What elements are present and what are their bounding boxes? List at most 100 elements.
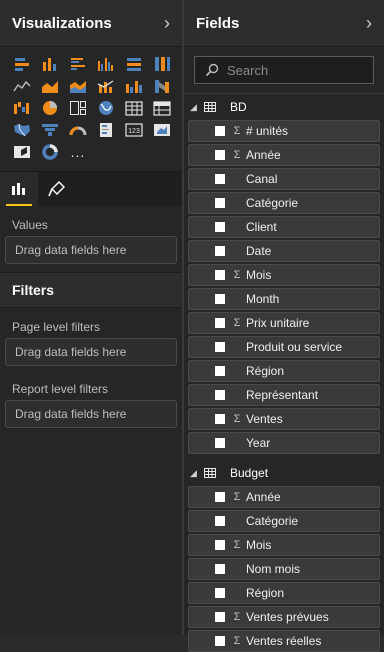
field-checkbox[interactable] [215, 564, 225, 574]
field-item[interactable]: Σ Prix unitaire [188, 312, 380, 334]
field-label: Région [246, 364, 285, 378]
collapse-fields-icon[interactable]: › [366, 14, 372, 32]
field-checkbox[interactable] [215, 366, 225, 376]
field-item[interactable]: Produit ou service [188, 336, 380, 358]
field-checkbox[interactable] [215, 438, 225, 448]
gauge-visual-button[interactable] [65, 119, 91, 141]
area-chart-visual-button[interactable] [37, 75, 63, 97]
field-checkbox[interactable] [215, 540, 225, 550]
field-item[interactable]: Client [188, 216, 380, 238]
field-checkbox[interactable] [215, 516, 225, 526]
visual-type-gallery: 123... [0, 47, 182, 163]
donut-chart-visual-button[interactable] [37, 141, 63, 163]
field-label: Ventes prévues [246, 610, 329, 624]
kpi-visual-button[interactable] [149, 119, 175, 141]
multi-row-card-visual-button[interactable] [93, 119, 119, 141]
field-item[interactable]: Year [188, 432, 380, 454]
field-checkbox[interactable] [215, 270, 225, 280]
pie-chart-visual-button[interactable] [37, 97, 63, 119]
field-label: Représentant [246, 388, 319, 402]
stacked-bar-visual-button[interactable] [9, 53, 35, 75]
stacked-area-visual-button[interactable] [65, 75, 91, 97]
waterfall-visual-button[interactable] [9, 97, 35, 119]
field-item[interactable]: Σ Année [188, 144, 380, 166]
field-checkbox[interactable] [215, 390, 225, 400]
field-item[interactable]: Month [188, 288, 380, 310]
field-item[interactable]: Σ Ventes réelles [188, 630, 380, 652]
page-filters-dropzone[interactable]: Drag data fields here [5, 338, 177, 366]
pie-chart-icon [43, 101, 57, 115]
matrix-visual-button[interactable] [149, 97, 175, 119]
table-header-bd[interactable]: ◢ BD [184, 94, 384, 120]
stacked-column-visual-button[interactable] [37, 53, 63, 75]
filter-wells: Page level filters Drag data fields here… [0, 308, 182, 428]
field-item[interactable]: Région [188, 582, 380, 604]
visualization-tabs [0, 171, 182, 206]
field-item[interactable]: Date [188, 240, 380, 262]
field-item[interactable]: Σ Ventes [188, 408, 380, 430]
field-checkbox[interactable] [215, 294, 225, 304]
clustered-bar-visual-button[interactable] [65, 53, 91, 75]
report-filters-dropzone[interactable]: Drag data fields here [5, 400, 177, 428]
clustered-bar-icon [71, 58, 85, 70]
svg-text:123: 123 [128, 128, 140, 135]
funnel-visual-button[interactable] [37, 119, 63, 141]
field-item[interactable]: Σ Année [188, 486, 380, 508]
sigma-icon: Σ [233, 125, 241, 137]
filled-map-visual-button[interactable] [9, 119, 35, 141]
collapse-triangle-icon[interactable]: ◢ [190, 102, 204, 113]
globe-map-visual-button[interactable] [93, 97, 119, 119]
fields-header: Fields › [184, 0, 384, 47]
ribbon-chart-visual-button[interactable] [149, 75, 175, 97]
more-visuals-button[interactable]: ... [65, 141, 91, 163]
field-checkbox[interactable] [215, 414, 225, 424]
field-checkbox[interactable] [215, 612, 225, 622]
clustered-column-visual-button[interactable] [93, 53, 119, 75]
values-dropzone[interactable]: Drag data fields here [5, 236, 177, 264]
table-visual-visual-button[interactable] [121, 97, 147, 119]
field-checkbox[interactable] [215, 222, 225, 232]
filters-title: Filters [0, 272, 182, 308]
collapse-triangle-icon[interactable]: ◢ [190, 468, 204, 479]
field-item[interactable]: Σ # unités [188, 120, 380, 142]
field-label: Mois [246, 538, 272, 552]
card-visual-button[interactable]: 123 [121, 119, 147, 141]
100-stacked-bar-visual-button[interactable] [121, 53, 147, 75]
format-tab[interactable] [38, 172, 76, 206]
search-input[interactable]: Search [194, 56, 374, 84]
field-checkbox[interactable] [215, 342, 225, 352]
field-item[interactable]: Catégorie [188, 510, 380, 532]
field-item[interactable]: Canal [188, 168, 380, 190]
treemap-visual-button[interactable] [65, 97, 91, 119]
field-checkbox[interactable] [215, 198, 225, 208]
field-checkbox[interactable] [215, 492, 225, 502]
100-stacked-column-visual-button[interactable] [149, 53, 175, 75]
field-checkbox[interactable] [215, 636, 225, 646]
sigma-icon: Σ [233, 635, 241, 647]
line-chart-visual-button[interactable] [9, 75, 35, 97]
field-label: Région [246, 586, 285, 600]
field-checkbox[interactable] [215, 126, 225, 136]
field-label: Nom mois [246, 562, 301, 576]
field-label: Catégorie [246, 196, 299, 210]
waterfall-icon [14, 102, 29, 114]
field-item[interactable]: Catégorie [188, 192, 380, 214]
fields-tab[interactable] [0, 172, 38, 206]
field-item[interactable]: Région [188, 360, 380, 382]
table-header-budget[interactable]: ◢ Budget [184, 460, 384, 486]
field-checkbox[interactable] [215, 174, 225, 184]
field-checkbox[interactable] [215, 150, 225, 160]
line-column-visual-button[interactable] [93, 75, 119, 97]
slicer-visual-button[interactable] [9, 141, 35, 163]
field-checkbox[interactable] [215, 588, 225, 598]
field-item[interactable]: Σ Mois [188, 264, 380, 286]
line-clustered-column-visual-button[interactable] [121, 75, 147, 97]
field-item[interactable]: Représentant [188, 384, 380, 406]
sigma-icon: Σ [233, 317, 241, 329]
field-item[interactable]: Nom mois [188, 558, 380, 580]
collapse-visualizations-icon[interactable]: › [164, 14, 170, 32]
field-item[interactable]: Σ Mois [188, 534, 380, 556]
field-item[interactable]: Σ Ventes prévues [188, 606, 380, 628]
field-checkbox[interactable] [215, 246, 225, 256]
field-checkbox[interactable] [215, 318, 225, 328]
